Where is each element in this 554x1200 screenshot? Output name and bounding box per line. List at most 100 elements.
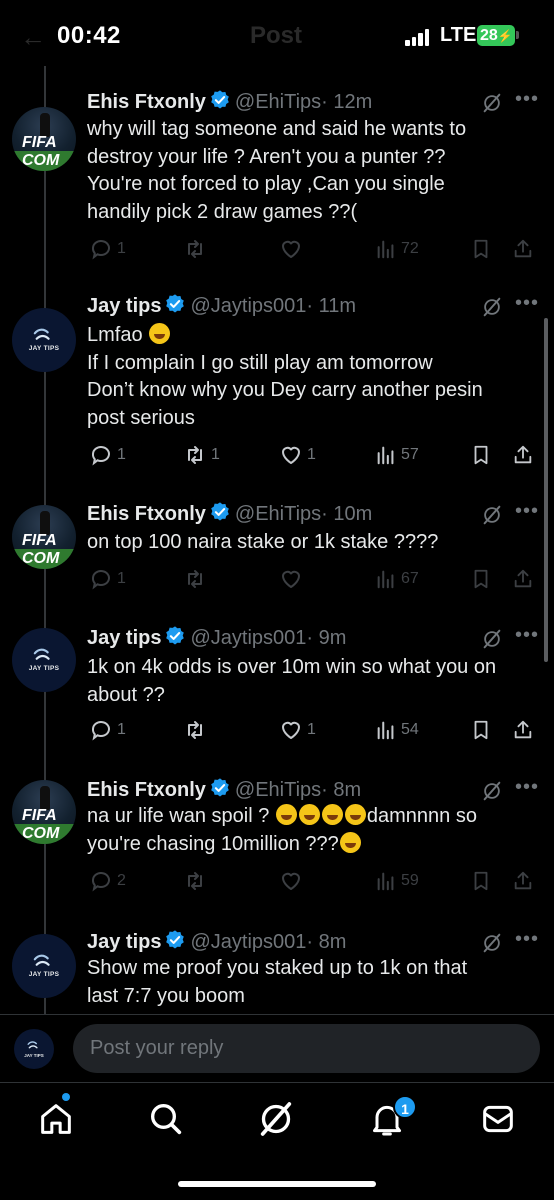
handle[interactable]: @EhiTips <box>235 503 321 525</box>
jay-logo-icon <box>33 325 55 347</box>
share-icon <box>512 870 534 892</box>
grok-icon[interactable] <box>481 932 503 954</box>
tab-search[interactable] <box>146 1099 186 1139</box>
tab-messages[interactable] <box>478 1099 518 1139</box>
reply-button[interactable]: 1 <box>89 715 126 745</box>
reply-icon <box>89 869 113 893</box>
handle[interactable]: @Jaytips001 <box>190 627 306 649</box>
share-icon <box>512 568 534 590</box>
tweet-line: you're chasing 10million ??? <box>87 831 527 859</box>
bookmark-button[interactable] <box>470 715 492 745</box>
reply-button[interactable]: 1 <box>89 564 126 594</box>
like-button[interactable] <box>279 564 303 594</box>
tweet-line: 1k on 4k odds is over 10m win so what yo… <box>87 656 497 678</box>
share-button[interactable] <box>512 866 534 896</box>
repost-button[interactable] <box>183 234 207 264</box>
bookmark-button[interactable] <box>470 440 492 470</box>
repost-count: 1 <box>211 446 220 463</box>
bookmark-icon <box>470 238 492 260</box>
reply-avatar[interactable]: JAY TIPS <box>14 1029 54 1069</box>
share-button[interactable] <box>512 234 534 264</box>
views-button[interactable]: 67 <box>375 564 419 594</box>
views-button[interactable]: 57 <box>375 440 419 470</box>
share-button[interactable] <box>512 715 534 745</box>
repost-button[interactable] <box>183 564 207 594</box>
avatar-jay[interactable]: JAY TIPS <box>12 308 76 372</box>
home-new-dot <box>62 1093 70 1101</box>
reply-bar: JAY TIPS <box>0 1014 554 1080</box>
handle[interactable]: @EhiTips <box>235 779 321 801</box>
handle[interactable]: @EhiTips <box>235 91 321 113</box>
views-button[interactable]: 59 <box>375 866 419 896</box>
reply-button[interactable]: 2 <box>89 866 126 896</box>
grok-icon[interactable] <box>481 628 503 650</box>
repost-button[interactable]: 1 <box>183 440 220 470</box>
view-count: 59 <box>401 872 419 889</box>
avatar-ehis[interactable]: FIFA COM <box>12 780 76 844</box>
share-button[interactable] <box>512 564 534 594</box>
grok-icon[interactable] <box>481 780 503 802</box>
avatar-jay[interactable]: JAY TIPS <box>12 628 76 692</box>
verified-badge-icon <box>164 293 186 315</box>
share-icon <box>512 238 534 260</box>
timestamp: · 11m <box>306 295 357 317</box>
grok-icon[interactable] <box>481 296 503 318</box>
timestamp: · 8m <box>306 931 347 953</box>
more-options-icon[interactable]: ••• <box>515 500 539 523</box>
action-bar: 2 59 <box>87 866 542 896</box>
views-icon <box>375 568 397 590</box>
bookmark-button[interactable] <box>470 866 492 896</box>
views-icon <box>375 444 397 466</box>
display-name[interactable]: Ehis Ftxonly <box>87 779 206 801</box>
reply-icon <box>89 237 113 261</box>
home-indicator[interactable] <box>178 1181 376 1187</box>
repost-button[interactable] <box>183 866 207 896</box>
more-options-icon[interactable]: ••• <box>515 292 539 315</box>
handle[interactable]: @Jaytips001 <box>190 931 306 953</box>
more-options-icon[interactable]: ••• <box>515 776 539 799</box>
grok-icon[interactable] <box>481 92 503 114</box>
tweet-line: post serious <box>87 406 195 429</box>
back-arrow-icon[interactable]: ← <box>20 22 46 53</box>
heart-icon <box>279 443 303 467</box>
reply-button[interactable]: 1 <box>89 440 126 470</box>
tab-grok[interactable] <box>256 1099 296 1139</box>
repost-button[interactable] <box>183 715 207 745</box>
more-options-icon[interactable]: ••• <box>515 624 539 647</box>
display-name[interactable]: Jay tips <box>87 295 161 317</box>
like-button[interactable] <box>279 234 303 264</box>
laughing-emoji-icon <box>149 323 171 344</box>
tweet-text: na ur life wan spoil ? damnnnn so you're… <box>87 803 527 858</box>
bookmark-button[interactable] <box>470 234 492 264</box>
views-button[interactable]: 54 <box>375 715 419 745</box>
grok-icon <box>260 1102 292 1136</box>
avatar-ehis[interactable]: FIFA COM <box>12 505 76 569</box>
views-button[interactable]: 72 <box>375 234 419 264</box>
reply-button[interactable]: 1 <box>89 234 126 264</box>
scrollbar[interactable] <box>544 318 548 662</box>
avatar-ehis[interactable]: FIFA COM <box>12 107 76 171</box>
share-button[interactable] <box>512 440 534 470</box>
display-name[interactable]: Jay tips <box>87 627 161 649</box>
handle[interactable]: @Jaytips001 <box>190 295 306 317</box>
reply-input[interactable] <box>73 1024 540 1073</box>
tweet-line: why will tag someone and said he wants t… <box>87 118 467 140</box>
like-button[interactable]: 1 <box>279 715 316 745</box>
more-options-icon[interactable]: ••• <box>515 928 539 951</box>
avatar-jay[interactable]: JAY TIPS <box>12 934 76 998</box>
display-name[interactable]: Ehis Ftxonly <box>87 503 206 525</box>
bookmark-icon <box>470 719 492 741</box>
views-icon <box>375 238 397 260</box>
verified-badge-icon <box>164 929 186 951</box>
bookmark-button[interactable] <box>470 564 492 594</box>
display-name[interactable]: Ehis Ftxonly <box>87 91 206 113</box>
more-options-icon[interactable]: ••• <box>515 88 539 111</box>
reply-count: 1 <box>117 721 126 738</box>
display-name[interactable]: Jay tips <box>87 931 161 953</box>
avatar-fifa-text: FIFA COM <box>22 807 60 842</box>
tab-home[interactable] <box>36 1099 76 1139</box>
repost-icon <box>183 869 207 893</box>
like-button[interactable]: 1 <box>279 440 316 470</box>
grok-icon[interactable] <box>481 504 503 526</box>
like-button[interactable] <box>279 866 303 896</box>
